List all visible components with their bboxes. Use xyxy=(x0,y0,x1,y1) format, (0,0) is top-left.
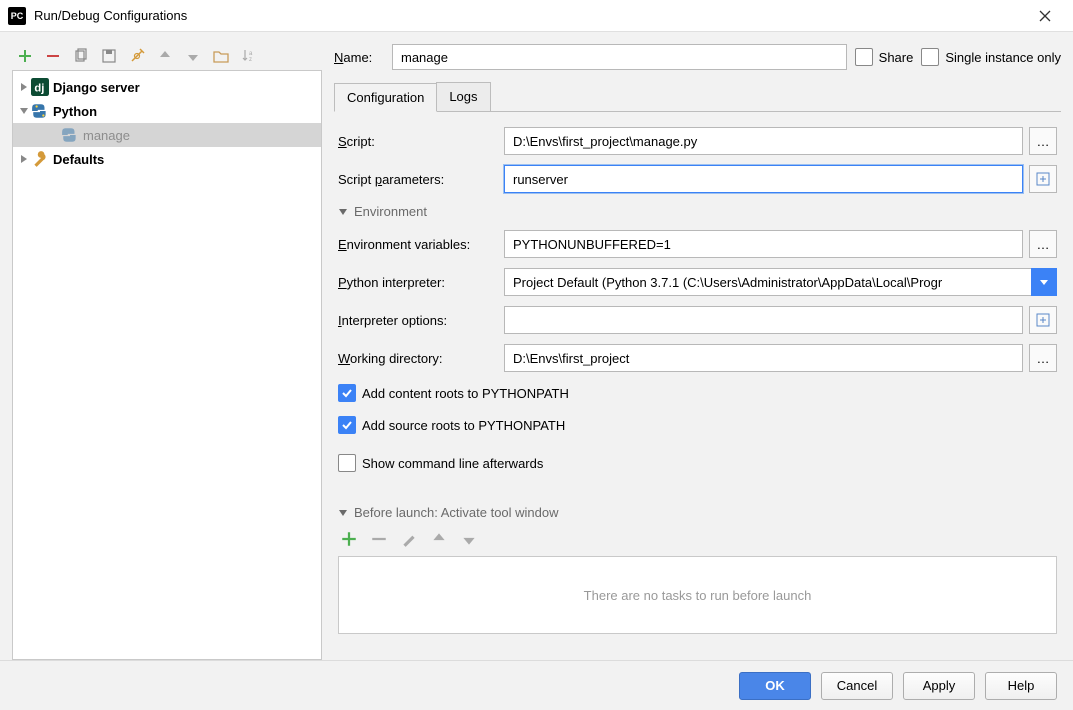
window-title: Run/Debug Configurations xyxy=(34,8,1025,23)
main-area: az dj Django server Python manage xyxy=(0,32,1073,710)
tree-node-manage[interactable]: manage xyxy=(13,123,321,147)
ellipsis-icon: … xyxy=(1037,351,1050,366)
add-task-button[interactable] xyxy=(340,530,358,548)
env-vars-label: Environment variables: xyxy=(338,237,498,252)
single-instance-checkbox[interactable]: Single instance only xyxy=(921,48,1061,66)
share-checkbox[interactable]: Share xyxy=(855,48,914,66)
sort-button[interactable]: az xyxy=(240,47,258,65)
ellipsis-icon: … xyxy=(1037,134,1050,149)
interpreter-options-label: Interpreter options: xyxy=(338,313,498,328)
django-icon: dj xyxy=(31,78,49,96)
python-icon xyxy=(31,102,49,120)
working-directory-label: Working directory: xyxy=(338,351,498,366)
app-icon: PC xyxy=(8,7,26,25)
expand-icon xyxy=(1036,313,1050,327)
dropdown-button[interactable] xyxy=(1031,268,1057,296)
script-parameters-label: Script parameters: xyxy=(338,172,498,187)
move-down-button[interactable] xyxy=(184,47,202,65)
row-working-directory: Working directory: … xyxy=(338,339,1057,377)
ok-button[interactable]: OK xyxy=(739,672,811,700)
chevron-down-icon xyxy=(338,508,348,518)
left-panel: az dj Django server Python manage xyxy=(12,42,322,660)
button-bar: OK Cancel Apply Help xyxy=(0,660,1073,710)
env-vars-input[interactable] xyxy=(504,230,1023,258)
before-launch-toolbar xyxy=(338,526,1057,552)
remove-task-button[interactable] xyxy=(370,530,388,548)
tree-node-python[interactable]: Python xyxy=(13,99,321,123)
content-row: az dj Django server Python manage xyxy=(0,32,1073,660)
interpreter-options-input[interactable] xyxy=(504,306,1023,334)
working-directory-browse-button[interactable]: … xyxy=(1029,344,1057,372)
close-button[interactable] xyxy=(1025,0,1065,32)
expand-icon xyxy=(17,80,31,94)
ellipsis-icon: … xyxy=(1037,237,1050,252)
expand-icon xyxy=(1036,172,1050,186)
script-parameters-expand-button[interactable] xyxy=(1029,165,1057,193)
help-button[interactable]: Help xyxy=(985,672,1057,700)
script-parameters-input[interactable] xyxy=(504,165,1023,193)
edit-task-button[interactable] xyxy=(400,530,418,548)
tab-logs[interactable]: Logs xyxy=(436,82,490,111)
add-config-button[interactable] xyxy=(16,47,34,65)
environment-section-header[interactable]: Environment xyxy=(338,204,1057,219)
remove-config-button[interactable] xyxy=(44,47,62,65)
svg-text:dj: dj xyxy=(34,83,44,95)
chevron-down-icon xyxy=(338,207,348,217)
working-directory-input[interactable] xyxy=(504,344,1023,372)
add-content-roots-checkbox[interactable]: Add content roots to PYTHONPATH xyxy=(338,384,569,402)
expand-icon xyxy=(17,152,31,166)
close-icon xyxy=(1039,10,1051,22)
row-interpreter-options: Interpreter options: xyxy=(338,301,1057,339)
tree-node-django-server[interactable]: dj Django server xyxy=(13,75,321,99)
script-browse-button[interactable]: … xyxy=(1029,127,1057,155)
task-move-down-button[interactable] xyxy=(460,530,478,548)
right-panel: Name: Share Single instance only Configu… xyxy=(334,42,1061,660)
move-up-button[interactable] xyxy=(156,47,174,65)
folder-button[interactable] xyxy=(212,47,230,65)
tasks-empty-text: There are no tasks to run before launch xyxy=(584,588,812,603)
name-input[interactable] xyxy=(392,44,847,70)
tabs: Configuration Logs xyxy=(334,82,1061,112)
tab-configuration[interactable]: Configuration xyxy=(334,83,437,112)
name-row: Name: Share Single instance only xyxy=(334,42,1061,72)
row-script-parameters: Script parameters: xyxy=(338,160,1057,198)
save-config-button[interactable] xyxy=(100,47,118,65)
name-label: Name: xyxy=(334,50,384,65)
python-icon xyxy=(61,126,79,144)
python-interpreter-dropdown[interactable] xyxy=(504,268,1057,296)
titlebar: PC Run/Debug Configurations xyxy=(0,0,1073,32)
before-launch-section: Before launch: Activate tool window Ther… xyxy=(334,495,1061,638)
cancel-button[interactable]: Cancel xyxy=(821,672,893,700)
apply-button[interactable]: Apply xyxy=(903,672,975,700)
row-env-vars: Environment variables: … xyxy=(338,225,1057,263)
script-input[interactable] xyxy=(504,127,1023,155)
before-launch-header[interactable]: Before launch: Activate tool window xyxy=(338,505,1057,520)
add-source-roots-checkbox[interactable]: Add source roots to PYTHONPATH xyxy=(338,416,565,434)
script-label: Script: xyxy=(338,134,498,149)
wrench-icon xyxy=(31,150,49,168)
config-toolbar: az xyxy=(12,42,322,70)
show-command-line-checkbox[interactable]: Show command line afterwards xyxy=(338,454,543,472)
python-interpreter-label: Python interpreter: xyxy=(338,275,498,290)
row-script: Script: … xyxy=(338,122,1057,160)
python-interpreter-input[interactable] xyxy=(504,268,1031,296)
config-tree[interactable]: dj Django server Python manage Defaults xyxy=(12,70,322,660)
collapse-icon xyxy=(17,104,31,118)
copy-config-button[interactable] xyxy=(72,47,90,65)
chevron-down-icon xyxy=(1039,277,1049,287)
configuration-form: Script: … Script parameters: Environment… xyxy=(334,112,1061,479)
tree-node-defaults[interactable]: Defaults xyxy=(13,147,321,171)
tasks-list: There are no tasks to run before launch xyxy=(338,556,1057,634)
edit-defaults-button[interactable] xyxy=(128,47,146,65)
env-vars-edit-button[interactable]: … xyxy=(1029,230,1057,258)
svg-text:z: z xyxy=(249,57,252,63)
row-python-interpreter: Python interpreter: xyxy=(338,263,1057,301)
task-move-up-button[interactable] xyxy=(430,530,448,548)
interpreter-options-expand-button[interactable] xyxy=(1029,306,1057,334)
